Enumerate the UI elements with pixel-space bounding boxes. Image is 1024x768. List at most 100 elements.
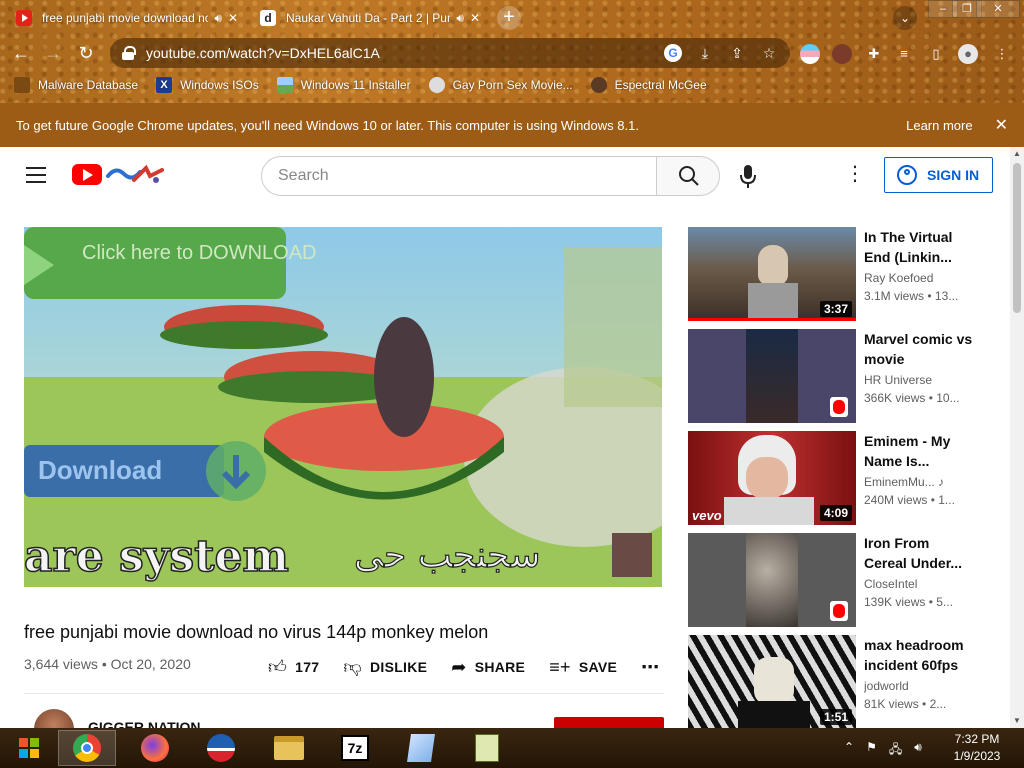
subscribe-button[interactable] xyxy=(554,717,664,728)
recommendation-item[interactable]: vevo 4:09 Eminem - My Name Is... EminemM… xyxy=(688,431,988,527)
flag-icon[interactable]: ⚑ xyxy=(866,740,877,761)
recommendation-channel[interactable]: EminemMu... ♪ xyxy=(864,475,984,489)
share-label: SHARE xyxy=(474,659,526,675)
reload-button[interactable]: ↻ xyxy=(73,40,99,66)
extensions-puzzle-icon[interactable]: ✚ xyxy=(864,44,884,64)
new-tab-button[interactable]: + xyxy=(497,6,521,30)
network-icon[interactable]: 🖧︎ xyxy=(889,740,902,761)
video-player[interactable]: Click here to DOWNLOAD Download are syst… xyxy=(24,227,662,587)
youtube-logo-icon[interactable] xyxy=(72,164,102,185)
microphone-icon[interactable] xyxy=(733,159,763,193)
recommendation-item[interactable]: Marvel comic vs movie HR Universe 366K v… xyxy=(688,329,988,425)
video-title: free punjabi movie download no virus 144… xyxy=(24,622,489,642)
close-window-button[interactable]: ✕ xyxy=(976,0,1020,18)
tab-youtube[interactable]: free punjabi movie download no virus 144… xyxy=(8,4,246,32)
profile-avatar-icon[interactable]: ● xyxy=(958,44,978,64)
tab-strip: free punjabi movie download no virus 144… xyxy=(0,0,1024,34)
taskbar-file-explorer[interactable] xyxy=(260,730,318,766)
bookmark-item[interactable]: Windows 11 Installer xyxy=(276,77,411,93)
recommendation-stats: 366K views • 10... xyxy=(864,391,960,405)
page-scrollbar[interactable]: ▲ ▼ xyxy=(1010,147,1024,728)
taskbar-7zip[interactable]: 7z xyxy=(326,730,384,766)
recommendation-channel[interactable]: HR Universe xyxy=(864,373,984,387)
recommendation-title[interactable]: Marvel comic vs movie xyxy=(864,329,976,369)
7zip-icon: 7z xyxy=(341,735,369,761)
scrollbar-thumb[interactable] xyxy=(1013,163,1021,313)
overlay-download-text: Download xyxy=(38,455,162,485)
tray-expand-icon[interactable]: ⌃ xyxy=(844,740,854,761)
taskbar-clock[interactable]: 7:32 PM 1/9/2023 xyxy=(942,731,1012,765)
recommendation-title[interactable]: Eminem - My Name Is... xyxy=(864,431,976,471)
google-lens-icon[interactable]: G xyxy=(664,44,682,62)
speaker-icon[interactable]: 🔊︎ xyxy=(214,11,222,26)
close-icon[interactable]: ✕ xyxy=(995,115,1008,135)
windows-start-icon xyxy=(19,738,39,758)
install-app-icon[interactable]: ⤓ xyxy=(696,45,714,62)
video-thumbnail[interactable] xyxy=(688,329,856,423)
lock-icon[interactable] xyxy=(122,46,136,60)
forward-button[interactable]: → xyxy=(40,40,66,66)
dailymotion-icon: d xyxy=(260,10,276,26)
profile-extension-icon[interactable] xyxy=(832,44,852,64)
tab-dailymotion[interactable]: d Naukar Vahuti Da - Part 2 | Punjabi Mo… xyxy=(252,4,488,32)
scroll-up-icon[interactable]: ▲ xyxy=(1010,147,1024,161)
taskbar-notepad[interactable] xyxy=(392,730,450,766)
bookmark-item[interactable]: Malware Database xyxy=(14,77,138,93)
recommendation-item[interactable]: 3:37 In The Virtual End (Linkin... Ray K… xyxy=(688,227,988,323)
bookmark-item[interactable]: X Windows ISOs xyxy=(156,77,259,93)
bookmark-item[interactable]: Gay Porn Sex Movie... xyxy=(428,77,573,93)
like-button[interactable]: 👍︎ 177 xyxy=(268,656,319,678)
recommendation-title[interactable]: max headroom incident 60fps xyxy=(864,635,976,675)
more-actions-icon[interactable]: ⋯ xyxy=(641,657,659,678)
tab-search-button[interactable]: ⌄ xyxy=(893,6,917,30)
chrome-menu-icon[interactable]: ⋮ xyxy=(992,44,1012,64)
scroll-down-icon[interactable]: ▼ xyxy=(1010,714,1024,728)
playlist-add-icon: ≡+ xyxy=(549,656,571,677)
bookmark-item[interactable]: Espectral McGee xyxy=(590,77,707,93)
share-arrow-icon: ➦ xyxy=(451,656,467,677)
upload-date: Oct 20, 2020 xyxy=(110,656,191,672)
search-button[interactable] xyxy=(656,156,720,196)
taskbar-text-editor[interactable] xyxy=(458,730,516,766)
settings-menu-icon[interactable]: ⋮ xyxy=(845,163,865,187)
share-button[interactable]: ➦ SHARE xyxy=(451,657,525,678)
channel-avatar[interactable] xyxy=(34,709,74,728)
close-tab-icon[interactable]: ✕ xyxy=(470,11,480,25)
bookmark-label: Gay Porn Sex Movie... xyxy=(452,78,573,92)
learn-more-link[interactable]: Learn more xyxy=(906,118,972,133)
share-icon[interactable]: ⇪ xyxy=(728,45,746,62)
menu-icon[interactable] xyxy=(26,167,46,183)
video-thumbnail[interactable]: vevo 4:09 xyxy=(688,431,856,525)
recommendation-item[interactable]: 1:51 max headroom incident 60fps jodworl… xyxy=(688,635,988,728)
start-button[interactable] xyxy=(0,730,58,766)
channel-name[interactable]: GIGGER NATION xyxy=(88,719,201,728)
recommendation-title[interactable]: Iron From Cereal Under... xyxy=(864,533,976,573)
volume-icon[interactable]: 🔊︎ xyxy=(914,740,922,761)
save-button[interactable]: ≡+ SAVE xyxy=(549,657,617,678)
sign-in-button[interactable]: SIGN IN xyxy=(884,157,993,193)
taskbar-firefox[interactable] xyxy=(126,730,184,766)
search-icon xyxy=(679,166,699,186)
youtube-doodle-logo[interactable] xyxy=(106,162,166,186)
dislike-button[interactable]: 👎︎ DISLIKE xyxy=(343,656,427,678)
recommendation-title[interactable]: In The Virtual End (Linkin... xyxy=(864,227,976,267)
back-button[interactable]: ← xyxy=(8,40,34,66)
bookmark-star-icon[interactable]: ☆ xyxy=(760,45,778,62)
recommendation-channel[interactable]: CloseIntel xyxy=(864,577,984,591)
close-tab-icon[interactable]: ✕ xyxy=(228,11,238,25)
media-control-icon[interactable]: ≡ xyxy=(894,44,914,64)
speaker-icon[interactable]: 🔊︎ xyxy=(456,11,464,26)
search-input[interactable]: Search xyxy=(261,156,657,196)
taskbar-chrome[interactable] xyxy=(58,730,116,766)
url-text[interactable]: youtube.com/watch?v=DxHEL6alC1A xyxy=(146,45,650,61)
recommendation-channel[interactable]: Ray Koefoed xyxy=(864,271,984,285)
video-thumbnail[interactable]: 3:37 xyxy=(688,227,856,321)
video-thumbnail[interactable]: 1:51 xyxy=(688,635,856,728)
address-bar[interactable]: youtube.com/watch?v=DxHEL6alC1A G ⤓ ⇪ ☆ xyxy=(110,38,790,68)
trans-flag-extension-icon[interactable] xyxy=(800,44,820,64)
side-panel-icon[interactable]: ▯ xyxy=(926,44,946,64)
recommendation-item[interactable]: Iron From Cereal Under... CloseIntel 139… xyxy=(688,533,988,629)
recommendation-channel[interactable]: jodworld xyxy=(864,679,984,693)
video-thumbnail[interactable] xyxy=(688,533,856,627)
taskbar-obama[interactable] xyxy=(192,730,250,766)
